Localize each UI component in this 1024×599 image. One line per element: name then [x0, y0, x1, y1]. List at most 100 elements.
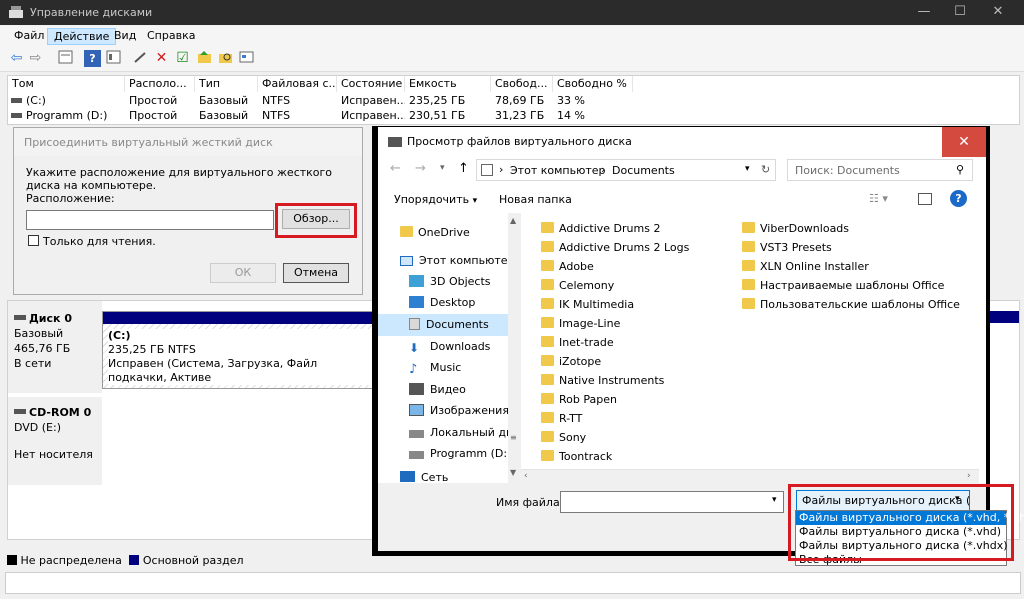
list-view-icon[interactable] — [105, 50, 122, 67]
cdrom-info[interactable]: CD-ROM 0 DVD (E:) Нет носителя — [8, 397, 102, 485]
scroll-down-icon[interactable]: ▼ — [510, 468, 516, 477]
menu-help[interactable]: Справка — [141, 28, 201, 45]
breadcrumb-this-pc[interactable]: Этот компьютер — [510, 164, 606, 177]
nav-scrollbar[interactable]: ▲ ≡ ▼ — [508, 213, 521, 483]
nav-video[interactable]: Видео — [409, 380, 466, 400]
organize-button[interactable]: Упорядочить ▾ — [394, 193, 477, 206]
readonly-checkbox[interactable] — [28, 235, 39, 246]
search-folder-icon[interactable] — [217, 50, 234, 67]
settings-icon[interactable] — [238, 50, 255, 67]
filename-dropdown-icon[interactable]: ▾ — [772, 495, 777, 505]
location-input[interactable] — [26, 210, 274, 230]
folder-up-icon[interactable] — [196, 50, 213, 67]
address-dropdown-icon[interactable]: ▾ — [745, 164, 750, 174]
list-item[interactable]: iZotope — [541, 352, 741, 371]
nav-onedrive[interactable]: OneDrive — [400, 223, 470, 243]
list-item[interactable]: ViberDownloads — [742, 219, 982, 238]
new-folder-button[interactable]: Новая папка — [499, 193, 572, 206]
browse-button[interactable]: Обзор... — [282, 209, 350, 229]
partition-d-bar[interactable] — [986, 311, 1019, 323]
search-box[interactable]: Поиск: Documents ⚲ — [787, 159, 973, 181]
file-dialog-close-button[interactable]: ✕ — [942, 127, 986, 157]
delete-icon[interactable]: ✕ — [153, 50, 170, 67]
preview-pane-icon[interactable] — [918, 193, 932, 205]
list-item[interactable]: Sony — [541, 428, 741, 447]
nav-music[interactable]: ♪ Music — [409, 358, 461, 378]
folder-icon — [742, 260, 755, 271]
nav-downloads[interactable]: ⬇ Downloads — [409, 337, 490, 357]
nav-desktop[interactable]: Desktop — [409, 293, 475, 313]
filename-input[interactable] — [560, 491, 784, 513]
file-list-hscroll[interactable]: ‹ › — [521, 469, 979, 483]
item-label: Celemony — [559, 279, 615, 292]
nav-pictures[interactable]: Изображения — [409, 401, 509, 421]
dialog-icon — [388, 136, 402, 147]
breadcrumb-documents[interactable]: Documents — [612, 164, 675, 177]
list-item[interactable]: R-TT — [541, 409, 741, 428]
connect-icon[interactable] — [132, 50, 149, 67]
col-header-type[interactable]: Тип — [195, 76, 258, 92]
forward-icon[interactable]: ⇨ — [27, 50, 44, 67]
nav-3d-objects[interactable]: 3D Objects — [409, 272, 491, 292]
nav-network[interactable]: Сеть — [400, 468, 448, 482]
table-row[interactable]: (C:) Простой Базовый NTFS Исправен... 23… — [8, 93, 1019, 108]
nav-documents[interactable]: Documents — [409, 315, 489, 335]
list-item[interactable]: IK Multimedia — [541, 295, 741, 314]
partition-c-text: (C:) 235,25 ГБ NTFS Исправен (Система, З… — [108, 329, 373, 385]
list-item[interactable]: Celemony — [541, 276, 741, 295]
view-options-icon[interactable]: ☷ ▾ — [869, 192, 888, 205]
forward-arrow-icon[interactable]: → — [415, 161, 426, 176]
list-item[interactable]: Image-Line — [541, 314, 741, 333]
maximize-button[interactable]: ☐ — [940, 0, 980, 25]
nav-local-disk[interactable]: Локальный дис — [409, 423, 519, 443]
scroll-right-icon[interactable]: › — [967, 471, 971, 481]
list-item[interactable]: Настраиваемые шаблоны Office — [742, 276, 982, 295]
list-item[interactable]: Пользовательские шаблоны Office — [742, 295, 982, 314]
list-item[interactable]: VST3 Presets — [742, 238, 982, 257]
nav-programm-d[interactable]: Programm (D:) — [409, 444, 511, 464]
cell-layout: Простой — [129, 94, 178, 107]
back-arrow-icon[interactable]: ← — [390, 161, 401, 176]
menu-action[interactable]: Действие — [47, 28, 117, 45]
address-bar[interactable]: › Этот компьютер › Documents ▾ ↻ — [476, 159, 776, 181]
disk0-info[interactable]: Диск 0 Базовый 465,76 ГБ В сети — [8, 301, 102, 393]
minimize-button[interactable]: — — [904, 0, 944, 25]
col-header-free[interactable]: Свобод... — [491, 76, 553, 92]
list-item[interactable]: Rob Papen — [541, 390, 741, 409]
help-icon[interactable]: ? — [84, 50, 101, 67]
list-item[interactable]: Inet-trade — [541, 333, 741, 352]
list-item[interactable]: XLN Online Installer — [742, 257, 982, 276]
back-icon[interactable]: ⇦ — [8, 50, 25, 67]
toolbar: ⇦ ⇨ ? ✕ ☑ — [0, 46, 1024, 72]
cell-type: Базовый — [199, 94, 249, 107]
col-header-layout[interactable]: Располо... — [125, 76, 195, 92]
partition-c[interactable]: (C:) 235,25 ГБ NTFS Исправен (Система, З… — [102, 311, 374, 389]
table-row[interactable]: Programm (D:) Простой Базовый NTFS Испра… — [8, 108, 1019, 123]
col-header-capacity[interactable]: Емкость — [405, 76, 491, 92]
folder-icon — [541, 317, 554, 328]
properties-icon[interactable] — [57, 50, 74, 67]
list-item[interactable]: Native Instruments — [541, 371, 741, 390]
recent-dropdown-icon[interactable]: ▾ — [440, 163, 445, 173]
list-item[interactable]: Addictive Drums 2 — [541, 219, 741, 238]
menu-view[interactable]: Вид — [108, 28, 142, 45]
scroll-up-icon[interactable]: ▲ — [510, 216, 516, 225]
nav-this-pc[interactable]: Этот компьютер — [400, 251, 515, 271]
close-window-button[interactable]: ✕ — [978, 0, 1018, 25]
ok-button[interactable]: ОК — [210, 263, 276, 283]
col-header-volume[interactable]: Том — [8, 76, 125, 92]
col-header-free-percent[interactable]: Свободно % — [553, 76, 633, 92]
scroll-left-icon[interactable]: ‹ — [524, 471, 528, 481]
cancel-button[interactable]: Отмена — [283, 263, 349, 283]
list-item[interactable]: Adobe — [541, 257, 741, 276]
col-header-status[interactable]: Состояние — [337, 76, 405, 92]
help-icon[interactable]: ? — [950, 190, 967, 207]
col-header-fs[interactable]: Файловая с... — [258, 76, 337, 92]
list-item[interactable]: Toontrack — [541, 447, 741, 466]
up-arrow-icon[interactable]: ↑ — [458, 161, 469, 176]
refresh-icon[interactable]: ↻ — [761, 163, 770, 176]
list-item[interactable]: Addictive Drums 2 Logs — [541, 238, 741, 257]
menu-file[interactable]: Файл — [8, 28, 50, 45]
check-icon[interactable]: ☑ — [174, 50, 191, 67]
scroll-grip-icon[interactable]: ≡ — [510, 433, 517, 442]
